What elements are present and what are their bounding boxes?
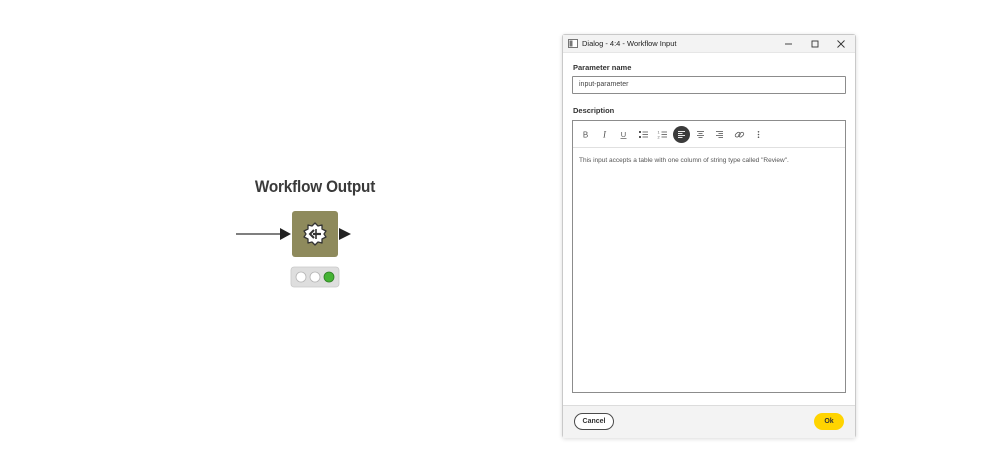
description-text[interactable]: This input accepts a table with one colu… (579, 156, 841, 165)
link-button[interactable] (731, 126, 748, 143)
parameter-name-input[interactable]: input-parameter (572, 76, 846, 94)
ok-button[interactable]: Ok (814, 413, 844, 430)
svg-text:2: 2 (658, 136, 660, 140)
workflow-canvas[interactable]: Workflow Output Dialog - 4:4 - Workflow … (0, 0, 1000, 474)
numbered-list-icon: 1 2 (658, 131, 667, 140)
workflow-output-node[interactable] (230, 205, 360, 295)
align-left-icon (678, 131, 685, 138)
svg-text:B: B (583, 131, 588, 140)
maximize-button[interactable] (803, 35, 827, 53)
align-right-icon (716, 131, 723, 138)
link-icon (734, 131, 745, 138)
cancel-button[interactable]: Cancel (574, 413, 614, 430)
app-icon (568, 39, 578, 48)
input-port (280, 228, 291, 240)
close-icon (837, 40, 845, 48)
svg-text:I: I (602, 130, 607, 140)
editor-toolbar: B I U 1 2 (573, 121, 845, 148)
more-options-button[interactable] (750, 126, 767, 143)
minimize-button[interactable] (777, 35, 801, 53)
close-button[interactable] (829, 35, 853, 53)
status-light-yellow (309, 271, 321, 283)
align-left-button[interactable] (673, 126, 690, 143)
italic-icon: I (602, 130, 607, 140)
svg-text:1: 1 (658, 131, 660, 135)
maximize-icon (811, 40, 819, 48)
output-port (339, 228, 351, 240)
bullet-list-icon (639, 131, 648, 138)
dialog-titlebar[interactable]: Dialog - 4:4 - Workflow Input (563, 35, 855, 53)
status-light-green (323, 271, 335, 283)
underline-button[interactable]: U (615, 126, 632, 143)
align-right-button[interactable] (711, 126, 728, 143)
svg-text:U: U (621, 130, 626, 139)
align-center-button[interactable] (692, 126, 709, 143)
minimize-icon (785, 43, 792, 45)
italic-button[interactable]: I (596, 126, 613, 143)
align-center-icon (697, 131, 704, 138)
node-title: Workflow Output (254, 177, 376, 196)
bold-button[interactable]: B (577, 126, 594, 143)
dialog-title: Dialog - 4:4 - Workflow Input (582, 39, 677, 48)
underline-icon: U (620, 130, 627, 139)
numbered-list-button[interactable]: 1 2 (654, 126, 671, 143)
node-status-indicator (290, 266, 340, 288)
description-label: Description (573, 106, 615, 115)
more-icon (757, 131, 760, 138)
dialog-window[interactable]: Dialog - 4:4 - Workflow Input Parameter … (562, 34, 856, 438)
status-light-red (295, 271, 307, 283)
description-editor[interactable]: B I U 1 2 This input accepts a table wit… (572, 120, 846, 393)
parameter-name-label: Parameter name (573, 63, 632, 72)
bullet-list-button[interactable] (635, 126, 652, 143)
bold-icon: B (583, 131, 588, 140)
dialog-footer: Cancel Ok (563, 405, 855, 438)
